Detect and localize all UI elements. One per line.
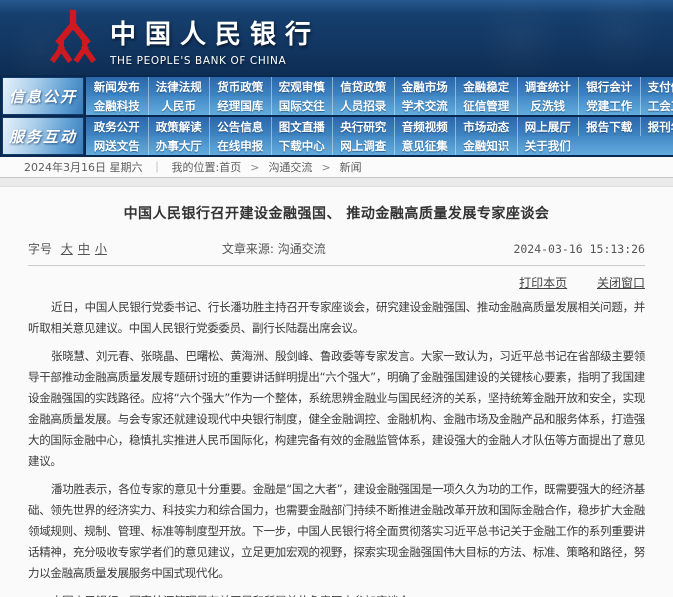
nav-section-1: 服务互动政务公开政策解读公告信息图文直播央行研究音频视频市场动态网上展厅报告下载… [2, 117, 673, 155]
breadcrumb-link[interactable]: 沟通交流 [268, 159, 312, 175]
nav-item[interactable]: 音频视频 [394, 117, 456, 136]
nav-section-label-0[interactable]: 信息公开 [2, 77, 84, 115]
nav-item[interactable]: 支付体系 [640, 77, 673, 96]
breadcrumb-link[interactable]: 新闻 [340, 159, 362, 175]
nav-item[interactable]: 央行研究 [332, 117, 394, 136]
nav-item[interactable]: 人民币 [148, 96, 210, 115]
nav-row: 金融科技人民币经理国库国际交往人员招录学术交流征信管理反洗钱党建工作工会工作 [86, 96, 673, 115]
breadcrumb-separator: > [250, 161, 259, 174]
nav-item[interactable]: 意见征集 [394, 136, 456, 155]
article-body: 近日，中国人民银行党委书记、行长潘功胜主持召开专家座谈会，研究建设金融强国、推动… [28, 297, 645, 597]
article-source: 文章来源: 沟通交流 [222, 240, 469, 257]
breadcrumb: 2024年3月16日 星期六 ｜ 我的位置:首页 > 沟通交流 > 新闻 [0, 157, 673, 178]
nav-item[interactable]: 网送文告 [86, 136, 148, 155]
nav-section-grid-1: 政务公开政策解读公告信息图文直播央行研究音频视频市场动态网上展厅报告下载报刊年鉴… [86, 117, 673, 155]
nav-item[interactable]: 在线申报 [209, 136, 271, 155]
nav-item[interactable]: 金融知识 [455, 136, 517, 155]
nav-item[interactable]: 金融稳定 [455, 77, 517, 96]
pboc-logo-icon [44, 8, 102, 66]
breadcrumb-date: 2024年3月16日 星期六 [24, 159, 143, 175]
article-actions: 打印本页 关闭窗口 [28, 274, 645, 289]
nav-item[interactable]: 调查统计 [517, 77, 579, 96]
page-title: 中国人民银行召开建设金融强国、 推动金融高质量发展专家座谈会 [28, 188, 645, 223]
nav-item[interactable]: 工会工作 [640, 96, 673, 115]
font-size-control: 字号 大中小 [28, 240, 222, 257]
site-header: 中国人民银行 THE PEOPLE'S BANK OF CHINA [0, 0, 673, 75]
nav-item[interactable]: 银行会计 [578, 77, 640, 96]
nav-item[interactable]: 报告下载 [578, 117, 640, 136]
nav-item[interactable]: 关于我们 [517, 136, 579, 155]
article-datetime: 2024-03-16 15:13:26 [469, 242, 645, 256]
article-meta: 字号 大中小 文章来源: 沟通交流 2024-03-16 15:13:26 [28, 240, 645, 266]
font-size-label: 字号 [28, 242, 52, 256]
nav-item[interactable]: 图文直播 [271, 117, 333, 136]
nav-item[interactable]: 政务公开 [86, 117, 148, 136]
nav-item[interactable]: 公告信息 [209, 117, 271, 136]
breadcrumb-separator: > [321, 161, 330, 174]
breadcrumb-location: 我的位置:首页 [172, 159, 242, 175]
nav-item[interactable]: 新闻发布 [86, 77, 148, 96]
site-branding: 中国人民银行 THE PEOPLE'S BANK OF CHINA [110, 14, 320, 67]
nav-item[interactable]: 经理国库 [209, 96, 271, 115]
nav-section-label-1[interactable]: 服务互动 [2, 117, 84, 155]
nav-section-grid-0: 新闻发布法律法规货币政策宏观审慎信贷政策金融市场金融稳定调查统计银行会计支付体系… [86, 77, 673, 115]
font-size-option[interactable]: 大 [61, 242, 73, 256]
nav-item[interactable]: 办事大厅 [148, 136, 210, 155]
article-paragraph: 中国人民银行、国家外汇管理局有关司局和所属单位负责同志参加座谈会。 [28, 591, 645, 597]
nav-item[interactable]: 人员招录 [332, 96, 394, 115]
article-paragraph: 潘功胜表示，各位专家的意见十分重要。金融是“国之大者”，建设金融强国是一项久久为… [28, 479, 645, 584]
nav-item[interactable]: 国际交往 [271, 96, 333, 115]
close-window-link[interactable]: 关闭窗口 [597, 276, 645, 290]
nav-item[interactable]: 信贷政策 [332, 77, 394, 96]
pboc-page: 中国人民银行 THE PEOPLE'S BANK OF CHINA 信息公开新闻… [0, 0, 673, 597]
nav-item[interactable]: 网上调查 [332, 136, 394, 155]
nav-item[interactable]: 货币政策 [209, 77, 271, 96]
article-paragraph: 张晓慧、刘元春、张晓晶、巴曙松、黄海洲、殷剑峰、鲁政委等专家发言。大家一致认为，… [28, 346, 645, 472]
breadcrumb-separator: ｜ [152, 159, 163, 175]
bank-name-en: THE PEOPLE'S BANK OF CHINA [110, 55, 320, 67]
divider [0, 178, 673, 187]
nav-row: 网送文告办事大厅在线申报下载中心网上调查意见征集金融知识关于我们 [86, 136, 673, 155]
article-paragraph: 近日，中国人民银行党委书记、行长潘功胜主持召开专家座谈会，研究建设金融强国、推动… [28, 297, 645, 339]
nav-section-0: 信息公开新闻发布法律法规货币政策宏观审慎信贷政策金融市场金融稳定调查统计银行会计… [2, 77, 673, 115]
print-page-link[interactable]: 打印本页 [519, 276, 567, 290]
nav-item[interactable]: 党建工作 [578, 96, 640, 115]
font-size-option[interactable]: 中 [78, 242, 90, 256]
article-content: 中国人民银行召开建设金融强国、 推动金融高质量发展专家座谈会 字号 大中小 文章… [0, 188, 673, 597]
nav-item[interactable]: 下载中心 [271, 136, 333, 155]
nav-item[interactable]: 金融市场 [394, 77, 456, 96]
article-source-label: 文章来源: [222, 242, 274, 256]
nav-item[interactable]: 宏观审慎 [271, 77, 333, 96]
article-source-value: 沟通交流 [278, 242, 326, 256]
nav-item[interactable]: 金融科技 [86, 96, 148, 115]
nav-item[interactable]: 反洗钱 [517, 96, 579, 115]
nav-item[interactable]: 市场动态 [455, 117, 517, 136]
font-size-option[interactable]: 小 [95, 242, 107, 256]
main-nav: 信息公开新闻发布法律法规货币政策宏观审慎信贷政策金融市场金融稳定调查统计银行会计… [0, 75, 673, 157]
nav-item[interactable]: 报刊年鉴 [640, 117, 673, 136]
nav-item[interactable]: 学术交流 [394, 96, 456, 115]
bank-name-cn: 中国人民银行 [110, 14, 320, 51]
nav-item[interactable]: 网上展厅 [517, 117, 579, 136]
nav-item[interactable]: 法律法规 [148, 77, 210, 96]
nav-item[interactable]: 政策解读 [148, 117, 210, 136]
nav-item[interactable]: 征信管理 [455, 96, 517, 115]
nav-row: 政务公开政策解读公告信息图文直播央行研究音频视频市场动态网上展厅报告下载报刊年鉴 [86, 117, 673, 136]
nav-row: 新闻发布法律法规货币政策宏观审慎信贷政策金融市场金融稳定调查统计银行会计支付体系 [86, 77, 673, 96]
